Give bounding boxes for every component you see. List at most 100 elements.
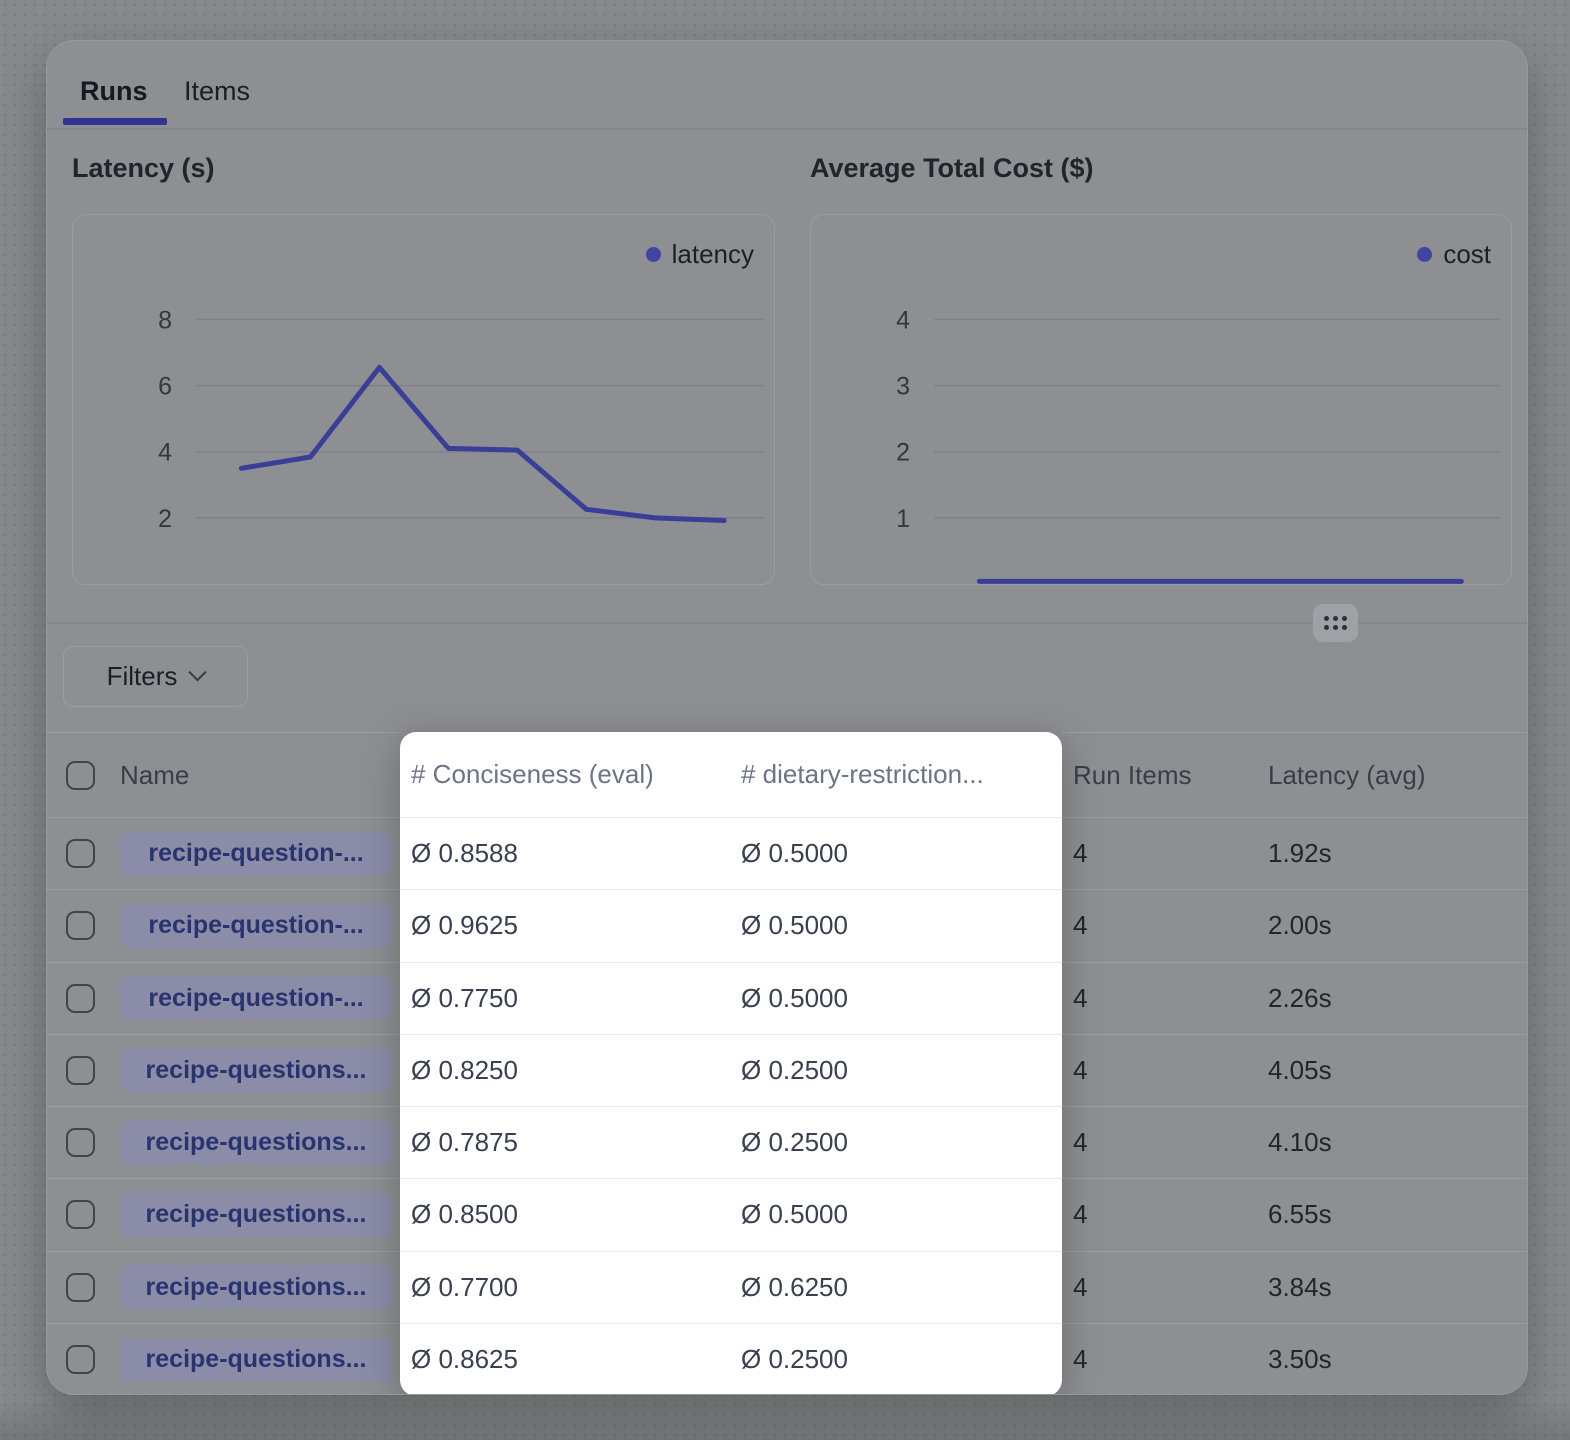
run-name-badge[interactable]: recipe-questions...: [120, 1193, 392, 1237]
run-items-value: 4: [1062, 1107, 1268, 1179]
latency-value: 3.50s: [1268, 1324, 1527, 1395]
resize-drag-handle[interactable]: [1313, 604, 1358, 642]
column-header-dietary[interactable]: # dietary-restriction...: [730, 732, 1062, 818]
latency-value: 4.10s: [1268, 1107, 1527, 1179]
conciseness-value: Ø 0.7700: [400, 1252, 730, 1324]
run-items-value: 4: [1062, 818, 1268, 890]
legend-dot-icon: [1417, 247, 1432, 262]
row-checkbox[interactable]: [66, 1200, 95, 1229]
dietary-value: Ø 0.5000: [730, 963, 1062, 1035]
run-items-value: 4: [1062, 963, 1268, 1035]
run-name-cell: recipe-questions...: [120, 1035, 400, 1107]
dietary-value: Ø 0.2500: [730, 1107, 1062, 1179]
conciseness-value: Ø 0.7750: [400, 963, 730, 1035]
dietary-value: Ø 0.2500: [730, 1035, 1062, 1107]
latency-value: 1.92s: [1268, 818, 1527, 890]
run-items-value: 4: [1062, 1324, 1268, 1395]
svg-text:6: 6: [158, 373, 172, 401]
dietary-value: Ø 0.6250: [730, 1252, 1062, 1324]
run-name-badge[interactable]: recipe-questions...: [120, 1265, 392, 1309]
svg-text:4: 4: [158, 439, 172, 467]
legend-label: cost: [1443, 239, 1491, 270]
select-all-checkbox[interactable]: [66, 761, 95, 790]
latency-value: 2.00s: [1268, 890, 1527, 962]
svg-text:2: 2: [158, 505, 172, 533]
column-header-name[interactable]: Name: [120, 732, 400, 818]
conciseness-value: Ø 0.7875: [400, 1107, 730, 1179]
latency-chart-section: Latency (s) latency 2 4 6 8: [72, 153, 775, 585]
row-select-cell: [47, 963, 120, 1035]
row-select-cell: [47, 818, 120, 890]
drag-dots-icon: [1324, 616, 1347, 630]
svg-text:1: 1: [896, 505, 910, 533]
cost-chart-card: cost 1 2 3 4: [810, 214, 1512, 585]
run-items-value: 4: [1062, 1035, 1268, 1107]
run-name-badge[interactable]: recipe-questions...: [120, 1048, 392, 1092]
filters-label: Filters: [107, 661, 178, 692]
svg-text:4: 4: [896, 306, 910, 334]
latency-chart-title: Latency (s): [72, 153, 775, 214]
runs-table: Name # Conciseness (eval) # dietary-rest…: [47, 732, 1527, 1395]
run-name-cell: recipe-questions...: [120, 1252, 400, 1324]
conciseness-value: Ø 0.9625: [400, 890, 730, 962]
run-name-badge[interactable]: recipe-question-...: [120, 976, 392, 1020]
column-header-run-items[interactable]: Run Items: [1062, 732, 1268, 818]
run-name-cell: recipe-questions...: [120, 1324, 400, 1395]
dietary-value: Ø 0.2500: [730, 1324, 1062, 1395]
section-divider: [47, 622, 1527, 624]
row-checkbox[interactable]: [66, 1345, 95, 1374]
column-header-conciseness[interactable]: # Conciseness (eval): [400, 732, 730, 818]
run-name-badge[interactable]: recipe-questions...: [120, 1121, 392, 1165]
row-checkbox[interactable]: [66, 984, 95, 1013]
filters-button[interactable]: Filters: [63, 646, 248, 707]
run-name-cell: recipe-questions...: [120, 1179, 400, 1251]
conciseness-value: Ø 0.8625: [400, 1324, 730, 1395]
latency-value: 2.26s: [1268, 963, 1527, 1035]
run-items-value: 4: [1062, 1252, 1268, 1324]
column-header-latency[interactable]: Latency (avg): [1268, 732, 1527, 818]
row-checkbox[interactable]: [66, 1056, 95, 1085]
run-name-badge[interactable]: recipe-questions...: [120, 1338, 392, 1382]
runs-panel: Runs Items Latency (s) latency 2 4 6 8 Aver…: [46, 40, 1528, 1395]
row-select-cell: [47, 890, 120, 962]
svg-text:3: 3: [896, 373, 910, 401]
row-checkbox[interactable]: [66, 1128, 95, 1157]
run-name-cell: recipe-question-...: [120, 890, 400, 962]
chevron-down-icon: [189, 663, 207, 681]
legend-dot-icon: [646, 247, 661, 262]
cost-plot: 1 2 3 4: [811, 215, 1511, 584]
run-name-cell: recipe-question-...: [120, 963, 400, 1035]
tab-items[interactable]: Items: [184, 76, 250, 107]
latency-plot: 2 4 6 8: [73, 215, 774, 584]
cost-chart-section: Average Total Cost ($) cost 1 2 3 4: [810, 153, 1512, 585]
conciseness-value: Ø 0.8250: [400, 1035, 730, 1107]
tabs-divider: [47, 128, 1527, 130]
dietary-value: Ø 0.5000: [730, 1179, 1062, 1251]
latency-value: 6.55s: [1268, 1179, 1527, 1251]
row-select-cell: [47, 1035, 120, 1107]
run-items-value: 4: [1062, 890, 1268, 962]
latency-legend: latency: [646, 239, 754, 270]
cost-chart-title: Average Total Cost ($): [810, 153, 1512, 214]
row-select-cell: [47, 1252, 120, 1324]
run-name-badge[interactable]: recipe-question-...: [120, 832, 392, 876]
row-checkbox[interactable]: [66, 911, 95, 940]
run-items-value: 4: [1062, 1179, 1268, 1251]
conciseness-value: Ø 0.8588: [400, 818, 730, 890]
conciseness-value: Ø 0.8500: [400, 1179, 730, 1251]
row-select-cell: [47, 1107, 120, 1179]
active-tab-underline: [63, 118, 167, 125]
run-name-cell: recipe-questions...: [120, 1107, 400, 1179]
page-background: { "tabs": [ { "label": "Runs", "active":…: [0, 0, 1570, 1440]
run-name-badge[interactable]: recipe-question-...: [120, 904, 392, 948]
row-select-cell: [47, 1324, 120, 1395]
dietary-value: Ø 0.5000: [730, 818, 1062, 890]
row-select-cell: [47, 1179, 120, 1251]
cost-legend: cost: [1417, 239, 1491, 270]
tab-runs[interactable]: Runs: [80, 76, 148, 107]
svg-text:2: 2: [896, 439, 910, 467]
svg-text:8: 8: [158, 306, 172, 334]
row-checkbox[interactable]: [66, 839, 95, 868]
latency-value: 3.84s: [1268, 1252, 1527, 1324]
row-checkbox[interactable]: [66, 1273, 95, 1302]
